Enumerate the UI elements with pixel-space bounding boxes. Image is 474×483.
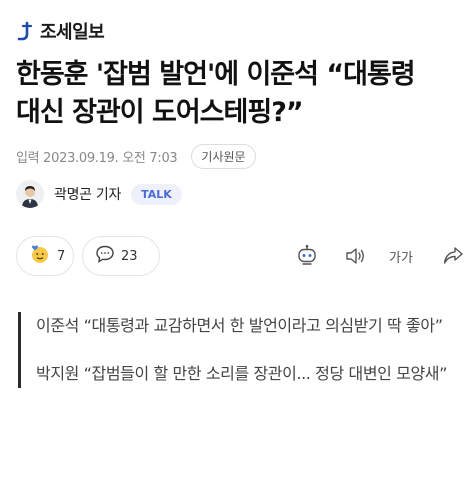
site-name: 조세일보 [40,22,105,43]
comment-bubble-icon [95,244,115,268]
article-meta: 입력 2023.09.19. 오전 7:03 기사원문 [16,144,256,169]
article-title: 한동훈 '잡범 발언'에 이준석 “대통령 대신 장관이 도어스테핑?” [16,56,464,132]
action-bar: 7 23 가가 [16,236,466,276]
publish-date: 입력 2023.09.19. 오전 7:03 [16,151,178,166]
summary-quote-2: 박지원 “잡범들이 할 만한 소리를 장관이... 정당 대변인 모양새” [36,364,448,383]
like-button[interactable]: 7 [16,236,74,276]
talk-button[interactable]: TALK [131,183,182,205]
summary-quote-1: 이준석 “대통령과 교감하면서 한 발언이라고 의심받기 딱 좋아” [36,316,443,335]
font-size-button[interactable]: 가가 [388,244,414,268]
share-icon[interactable] [440,244,466,268]
like-count: 7 [57,248,66,264]
audio-icon[interactable] [342,244,368,268]
reporter-avatar[interactable] [16,180,44,208]
comment-count: 23 [121,248,138,264]
reporter-info: 곽명곤 기자 TALK [16,180,182,208]
site-logo[interactable]: 조세일보 [16,18,105,44]
robot-icon[interactable] [294,244,320,268]
article-title-line-2: 대신 장관이 도어스테핑?” [16,97,304,128]
article-summary: 이준석 “대통령과 교감하면서 한 발언이라고 의심받기 딱 좋아” 박지원 “… [18,312,466,388]
original-article-button[interactable]: 기사원문 [191,144,256,169]
comment-button[interactable]: 23 [82,236,160,276]
joseilbo-logo-icon [16,21,36,41]
like-emoji-icon [29,243,51,269]
article-title-line-1: 한동훈 '잡범 발언'에 이준석 “대통령 [16,59,416,90]
reporter-name[interactable]: 곽명곤 기자 [54,184,121,204]
